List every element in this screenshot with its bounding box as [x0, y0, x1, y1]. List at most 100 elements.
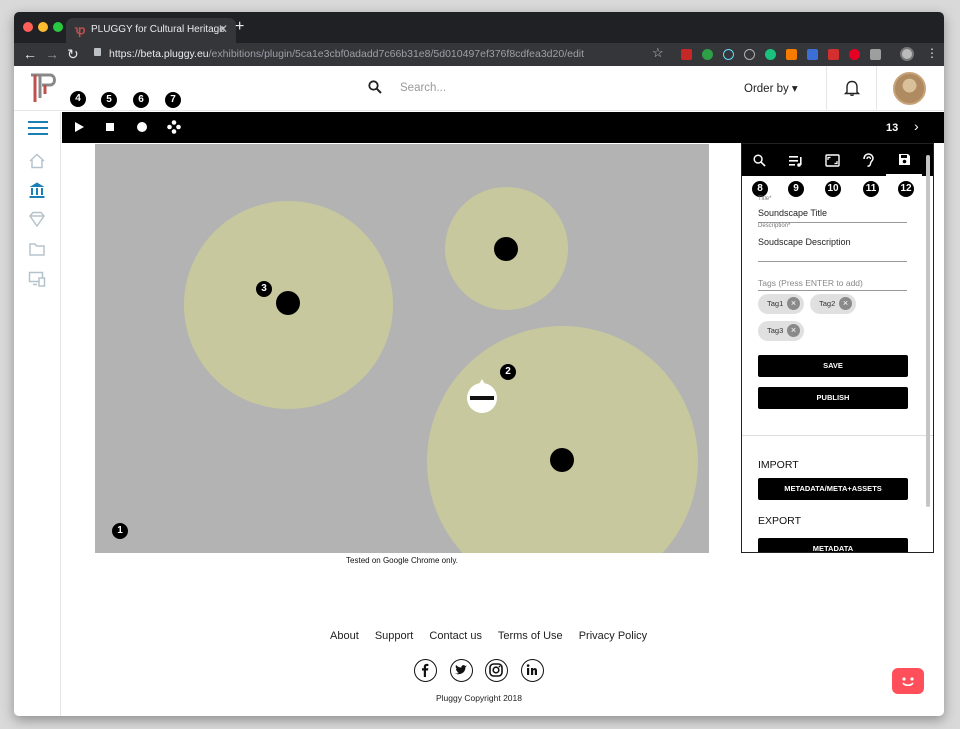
instagram-icon[interactable] — [485, 659, 508, 682]
footer-link-contact[interactable]: Contact us — [429, 630, 482, 642]
step-badge-13: 13 — [886, 122, 899, 134]
extension-icon[interactable] — [807, 49, 818, 60]
tags-input[interactable]: Tags (Press ENTER to add) — [758, 278, 863, 288]
tab-playlist[interactable] — [778, 144, 814, 176]
pluggy-logo[interactable] — [28, 72, 58, 104]
back-arrow-icon[interactable]: ← — [23, 46, 37, 62]
import-metadata-button[interactable]: METADATA/META+ASSETS — [758, 478, 908, 500]
collapse-panel-arrow[interactable]: › — [914, 118, 919, 134]
sound-source[interactable] — [494, 237, 518, 261]
minimize-window-button[interactable] — [38, 22, 48, 32]
move-icon[interactable] — [167, 120, 181, 134]
remove-tag-icon[interactable]: × — [787, 324, 800, 337]
bookmark-star-icon[interactable]: ☆ — [652, 45, 664, 61]
sound-source[interactable] — [550, 448, 574, 472]
browser-tab-strip: ꝕ PLUGGY for Cultural Heritage ✕ + — [14, 12, 944, 43]
aspect-ratio-icon — [825, 154, 840, 167]
title-field-label: Title* — [758, 196, 772, 202]
devices-icon[interactable] — [28, 270, 46, 288]
chat-face-icon — [902, 677, 914, 687]
stop-icon[interactable] — [104, 121, 116, 133]
sound-source[interactable] — [276, 291, 300, 315]
avatar[interactable] — [893, 72, 926, 105]
user-menu[interactable] — [876, 66, 944, 111]
step-badge-5: 5 — [101, 92, 117, 108]
extension-icon[interactable] — [786, 49, 797, 60]
step-badge-7: 7 — [165, 92, 181, 108]
panel-divider — [742, 435, 933, 436]
export-heading: EXPORT — [758, 515, 801, 527]
sound-zone[interactable] — [427, 326, 698, 553]
search-input[interactable] — [400, 78, 700, 98]
order-by-dropdown[interactable]: Order by ▾ — [744, 81, 798, 95]
pluggy-favicon-icon: ꝕ — [75, 23, 86, 37]
search-icon[interactable] — [368, 80, 382, 94]
reload-icon[interactable]: ↻ — [67, 46, 79, 62]
remove-tag-icon[interactable]: × — [839, 297, 852, 310]
export-metadata-button[interactable]: METADATA — [758, 538, 908, 552]
browser-support-note: Tested on Google Chrome only. — [346, 556, 458, 565]
diamond-icon[interactable] — [28, 210, 46, 228]
panel-tabs — [742, 144, 933, 176]
save-button[interactable]: SAVE — [758, 355, 908, 377]
maximize-window-button[interactable] — [53, 22, 63, 32]
linkedin-icon[interactable] — [521, 659, 544, 682]
record-icon[interactable] — [136, 121, 148, 133]
home-icon[interactable] — [28, 152, 46, 170]
listener-icon[interactable] — [466, 378, 498, 414]
footer-link-terms[interactable]: Terms of Use — [498, 630, 563, 642]
tab-save[interactable] — [886, 144, 922, 176]
forward-arrow-icon[interactable]: → — [45, 46, 59, 62]
tags-field-underline — [758, 290, 907, 291]
tab-hearing[interactable] — [850, 144, 886, 176]
new-tab-button[interactable]: + — [235, 18, 244, 36]
chat-widget-button[interactable] — [892, 668, 924, 694]
footer-link-privacy[interactable]: Privacy Policy — [579, 630, 647, 642]
tab-title: PLUGGY for Cultural Heritage — [91, 24, 225, 35]
step-badge-4: 4 — [70, 91, 86, 107]
hearing-icon — [863, 153, 874, 167]
panel-scrollbar[interactable] — [926, 155, 930, 507]
address-bar[interactable]: https://beta.pluggy.eu/exhibitions/plugi… — [109, 48, 584, 60]
description-field[interactable]: Soudscape Description — [758, 237, 851, 247]
folder-icon[interactable] — [28, 240, 46, 258]
browser-tab[interactable]: ꝕ PLUGGY for Cultural Heritage ✕ — [66, 18, 236, 43]
extension-icon[interactable] — [765, 49, 776, 60]
publish-button[interactable]: PUBLISH — [758, 387, 908, 409]
extension-icon[interactable] — [828, 49, 839, 60]
footer-link-support[interactable]: Support — [375, 630, 414, 642]
play-icon[interactable] — [73, 121, 85, 133]
close-window-button[interactable] — [23, 22, 33, 32]
step-badge-1: 1 — [112, 523, 128, 539]
museum-icon[interactable] — [28, 181, 46, 199]
import-heading: IMPORT — [758, 459, 799, 471]
extension-icon[interactable] — [744, 49, 755, 60]
title-field[interactable]: Soundscape Title — [758, 208, 827, 218]
lock-icon — [94, 48, 101, 56]
extension-icon[interactable] — [870, 49, 881, 60]
step-badge-8: 8 — [752, 181, 768, 197]
playlist-icon — [789, 156, 802, 167]
tag-chip-label: Tag3 — [767, 326, 784, 335]
browser-profile-avatar[interactable] — [900, 47, 914, 61]
facebook-icon[interactable] — [414, 659, 437, 682]
step-badge-11: 11 — [863, 181, 879, 197]
browser-menu-icon[interactable]: ⋮ — [926, 46, 938, 60]
remove-tag-icon[interactable]: × — [787, 297, 800, 310]
tag-chip: Tag3 × — [758, 321, 804, 341]
twitter-icon[interactable] — [450, 659, 473, 682]
step-badge-10: 10 — [825, 181, 841, 197]
app-header: Order by ▾ — [14, 66, 944, 111]
pinterest-extension-icon[interactable] — [849, 49, 860, 60]
hamburger-menu-icon[interactable] — [28, 121, 48, 135]
footer-link-about[interactable]: About — [330, 630, 359, 642]
notifications-button[interactable] — [826, 66, 876, 111]
tab-search[interactable] — [742, 144, 778, 176]
tab-area[interactable] — [814, 144, 850, 176]
soundscape-canvas[interactable]: 1 2 3 — [95, 144, 709, 553]
evernote-extension-icon[interactable] — [702, 49, 713, 60]
tab-close-icon[interactable]: ✕ — [218, 22, 228, 36]
react-extension-icon[interactable] — [723, 49, 734, 60]
extension-icon[interactable] — [681, 49, 692, 60]
step-badge-9: 9 — [788, 181, 804, 197]
